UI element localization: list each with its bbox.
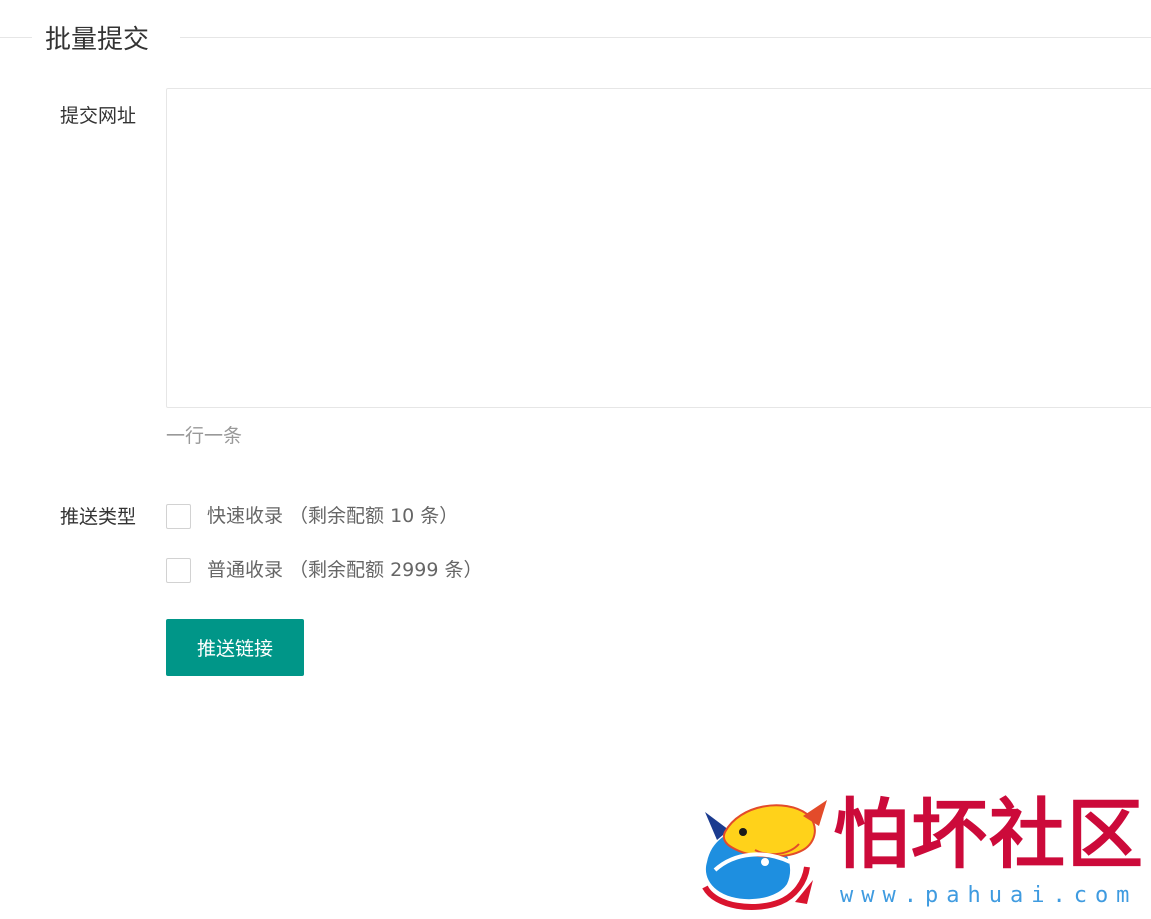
divider-left	[0, 37, 32, 38]
checkbox-fast-index-box[interactable]	[166, 503, 191, 529]
checkbox-normal-index-label[interactable]: 普通收录 （剩余配额 2999 条）	[207, 558, 482, 582]
push-type-label: 推送类型	[60, 506, 137, 528]
url-textarea[interactable]	[166, 88, 1151, 408]
watermark: 怕坏社区 www.pahuai.com	[695, 790, 1145, 915]
section-header: 批量提交	[0, 20, 1151, 60]
watermark-site-name: 怕坏社区	[833, 790, 1145, 879]
fish-logo-icon	[702, 800, 827, 910]
checkbox-normal-index-box[interactable]	[166, 557, 191, 583]
url-hint: 一行一条	[166, 425, 243, 447]
url-label: 提交网址	[60, 105, 137, 127]
checkbox-normal-index[interactable]: 普通收录 （剩余配额 2999 条）	[166, 556, 482, 584]
watermark-site-url: www.pahuai.com	[840, 883, 1138, 908]
checkbox-fast-index-label[interactable]: 快速收录 （剩余配额 10 条）	[207, 504, 458, 528]
batch-submit-page: 批量提交 提交网址 一行一条 推送类型 快速收录 （剩余配额 10 条） 普通收…	[0, 0, 1151, 919]
section-title: 批量提交	[45, 25, 150, 55]
divider-right	[180, 37, 1151, 38]
checkbox-fast-index[interactable]: 快速收录 （剩余配额 10 条）	[166, 502, 458, 530]
push-links-button[interactable]: 推送链接	[166, 619, 304, 676]
